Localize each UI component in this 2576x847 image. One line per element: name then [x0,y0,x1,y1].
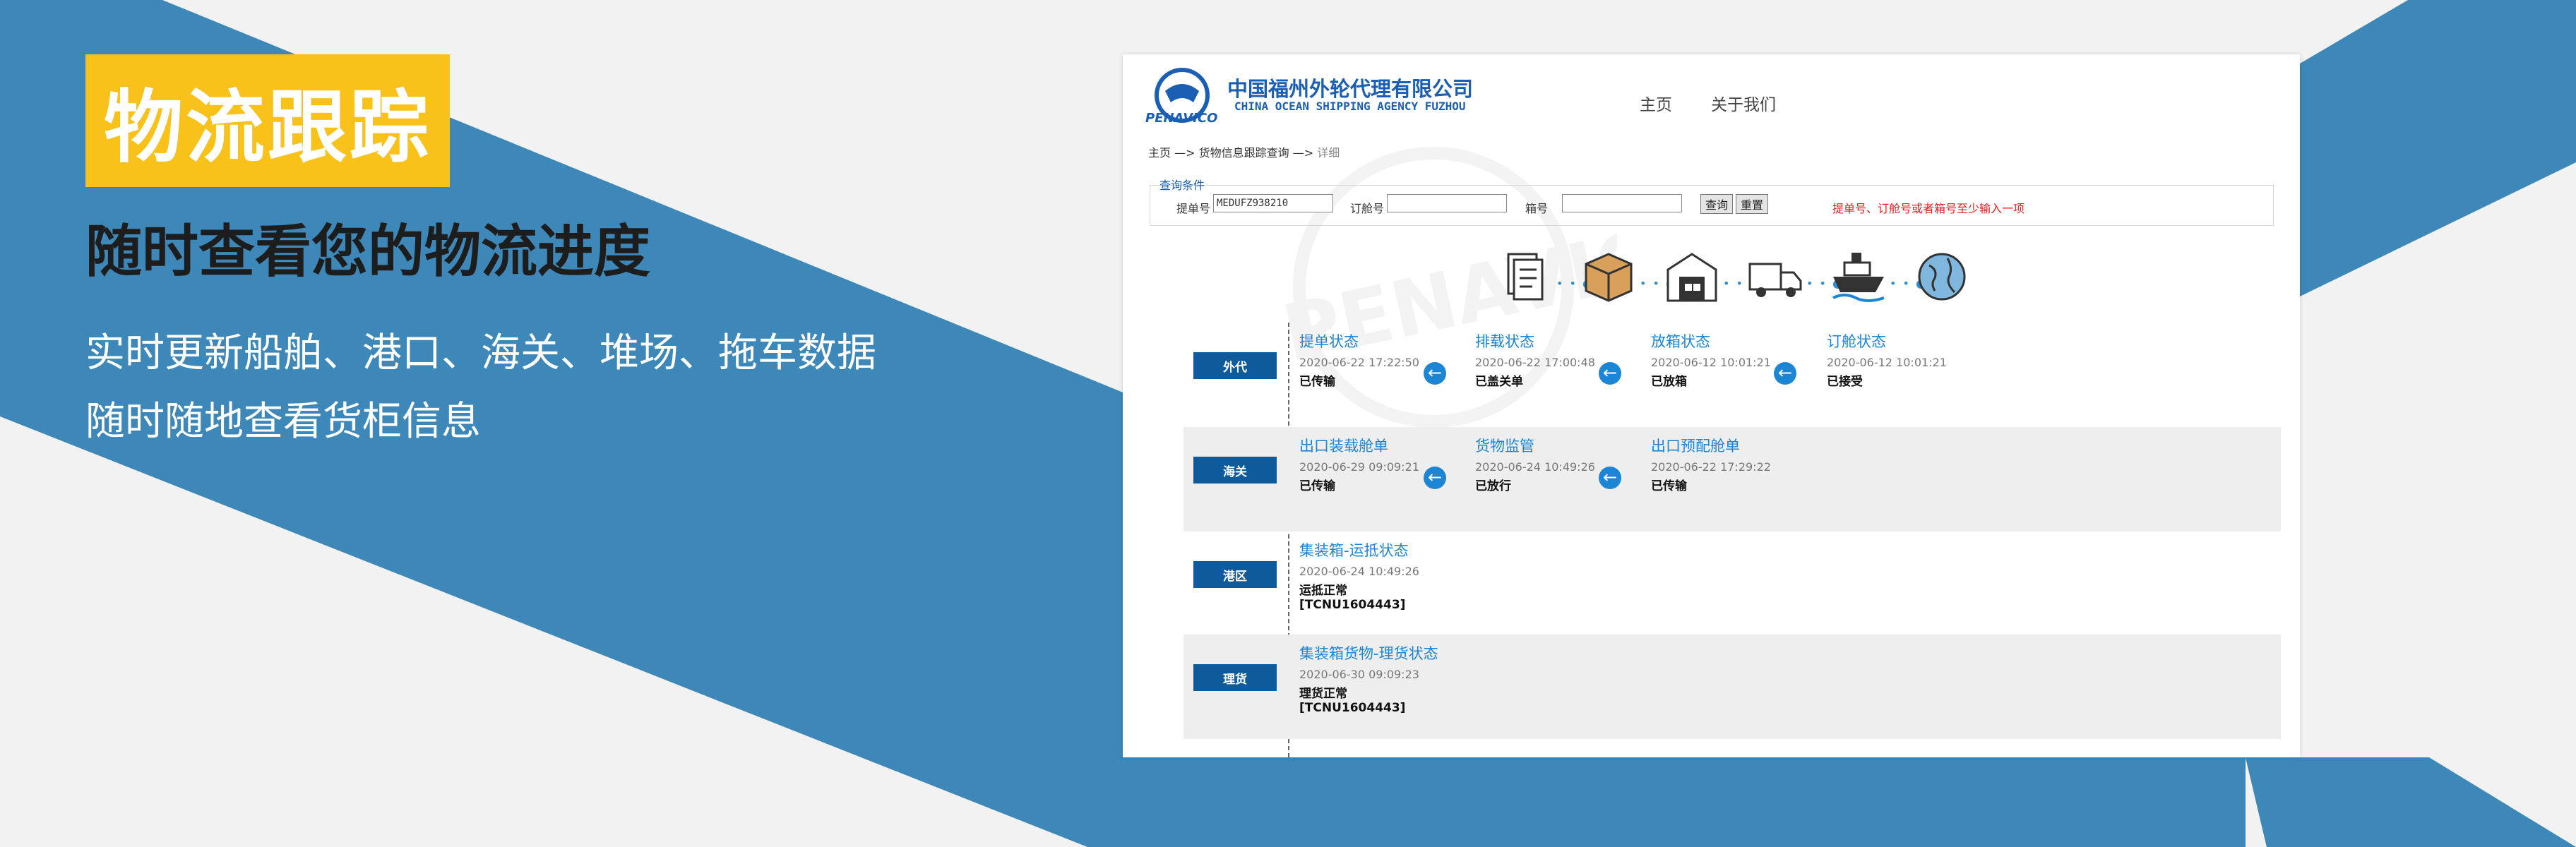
status-title-link[interactable]: 出口预配舱单 [1651,438,1792,455]
status-title-link[interactable]: 订舱状态 [1827,333,1968,350]
status-value: 运抵正常 [1299,584,1347,598]
status-value: 理货正常 [1299,687,1347,701]
category-label: 港区 [1193,561,1277,588]
status-title-link[interactable]: 提单状态 [1299,333,1441,350]
status-time: 2020-06-24 10:49:26 [1299,565,1419,578]
status-value: 已盖关单 [1475,375,1523,389]
company-name-cn: 中国福州外轮代理有限公司 [1227,77,1474,101]
search-button[interactable]: 查询 [1700,194,1734,214]
status-title-link[interactable]: 集装箱货物-理货状态 [1299,645,1441,662]
category-label: 理货 [1193,664,1277,691]
status-time: 2020-06-12 10:01:21 [1651,356,1771,369]
status-value: 已传输 [1651,479,1687,493]
reset-button[interactable]: 重置 [1736,194,1769,214]
status-value: 已传输 [1299,479,1335,493]
hero-feature-line-2: 随时随地查看货柜信息 [85,399,481,445]
breadcrumb-separator: —> [1292,146,1314,160]
breadcrumb: 主页 —> 货物信息跟踪查询 —> 详细 [1148,143,1340,160]
query-hint: 提单号、订舱号或者箱号至少输入一项 [1832,202,2025,215]
status-time: 2020-06-29 09:09:21 [1299,460,1419,474]
status-value: 已放行 [1475,479,1511,493]
status-item: 集装箱货物-理货状态 2020-06-30 09:09:23 理货正常 [TCN… [1299,645,1441,715]
container-number-label: 箱号 [1525,202,1549,215]
arrow-left-icon: ← [1424,467,1446,489]
logo-wordmark: PENAVICO [1145,111,1217,126]
status-item: 提单状态 2020-06-22 17:22:50 已传输 [1299,333,1441,389]
arrow-left-icon: ← [1599,467,1621,489]
status-time: 2020-06-22 17:00:48 [1475,356,1595,369]
status-value: 已放箱 [1651,375,1687,389]
arrow-left-icon: ← [1599,362,1621,385]
globe-icon [1918,253,1966,301]
status-value: 已接受 [1827,375,1863,389]
status-item: 集装箱-运抵状态 2020-06-24 10:49:26 运抵正常 [TCNU1… [1299,542,1441,612]
status-title-link[interactable]: 集装箱-运抵状态 [1299,542,1441,559]
status-item: 出口装载舱单 2020-06-29 09:09:21 已传输 [1299,438,1441,493]
warehouse-icon [1666,253,1717,302]
booking-number-input[interactable] [1387,194,1507,212]
status-time: 2020-06-12 10:01:21 [1827,356,1947,369]
status-item: 排载状态 2020-06-22 17:00:48 已盖关单 [1475,333,1616,389]
package-icon [1585,253,1633,302]
status-title-link[interactable]: 出口装载舱单 [1299,438,1441,455]
status-item: 货物监管 2020-06-24 10:49:26 已放行 [1475,438,1616,493]
status-item: 放箱状态 2020-06-12 10:01:21 已放箱 [1651,333,1792,389]
truck-icon [1748,263,1802,297]
query-panel-title: 查询条件 [1159,179,1205,192]
document-icon [1507,253,1544,301]
container-number-input[interactable] [1562,194,1682,212]
nav-home-link[interactable]: 主页 [1640,91,1672,115]
status-title-link[interactable]: 放箱状态 [1651,333,1792,350]
breadcrumb-section[interactable]: 货物信息跟踪查询 [1199,146,1289,160]
status-time: 2020-06-24 10:49:26 [1475,460,1595,474]
bl-number-label: 提单号 [1176,202,1211,215]
ship-icon [1832,253,1885,302]
penavico-logo[interactable]: PENAVICO [1144,63,1220,133]
container-number: [TCNU1604443] [1299,701,1406,715]
nav-about-link[interactable]: 关于我们 [1711,91,1776,115]
status-time: 2020-06-22 17:22:50 [1299,356,1419,369]
breadcrumb-current: 详细 [1317,146,1340,160]
category-label: 外代 [1193,352,1277,379]
status-title-link[interactable]: 排载状态 [1475,333,1616,350]
hero-subtitle: 随时查看您的物流进度 [85,219,650,284]
status-item: 订舱状态 2020-06-12 10:01:21 已接受 [1827,333,1968,389]
hero-badge: 物流跟踪 [85,54,450,187]
status-time: 2020-06-22 17:29:22 [1651,460,1771,474]
arrow-left-icon: ← [1774,362,1796,385]
arrow-left-icon: ← [1424,362,1446,385]
breadcrumb-separator: —> [1174,146,1195,160]
company-name-en: CHINA OCEAN SHIPPING AGENCY FUZHOU [1234,100,1466,113]
status-title-link[interactable]: 货物监管 [1475,438,1616,455]
hero-badge-text: 物流跟踪 [104,82,431,174]
status-value: 已传输 [1299,375,1335,389]
category-label: 海关 [1193,457,1277,483]
hero-feature-line-1: 实时更新船舶、港口、海关、堆场、拖车数据 [85,330,876,376]
booking-number-label: 订舱号 [1350,202,1385,215]
status-item: 出口预配舱单 2020-06-22 17:29:22 已传输 [1651,438,1792,493]
status-time: 2020-06-30 09:09:23 [1299,668,1419,681]
breadcrumb-home[interactable]: 主页 [1148,146,1171,160]
bl-number-input[interactable] [1213,194,1333,212]
container-number: [TCNU1604443] [1299,598,1406,612]
tracking-screenshot: PENAVICO PENAVICO 中国福州外轮代理有限公司 CHINA OCE… [1123,54,2300,757]
